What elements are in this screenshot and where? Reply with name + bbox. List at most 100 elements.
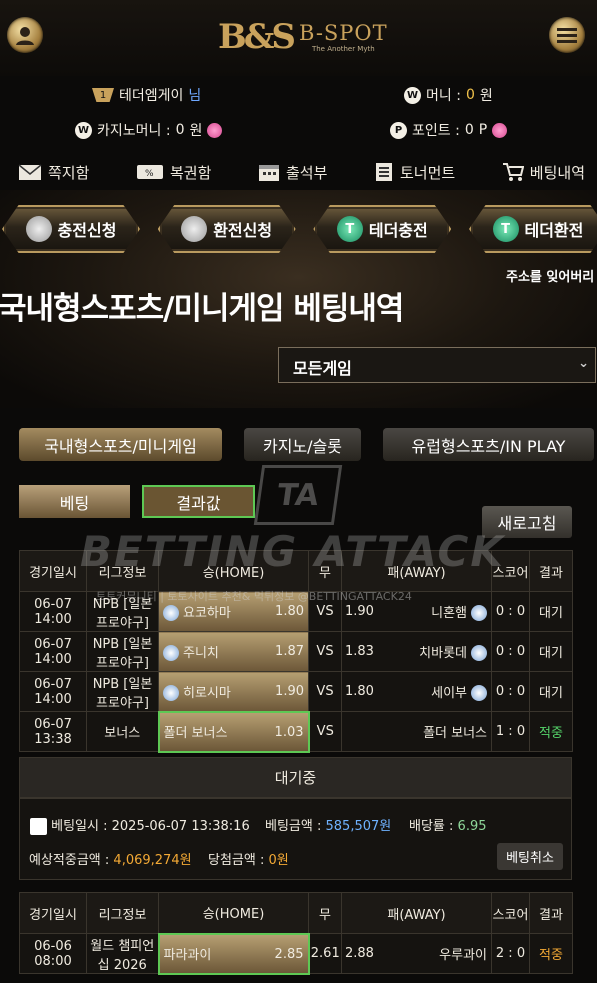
bet-amount-line: 베팅금액 : 585,507원 (265, 819, 392, 834)
team-logo-icon (163, 685, 179, 701)
casino-coin-icon: W (75, 121, 92, 139)
match-datetime: 06-06 08:00 (19, 933, 87, 974)
logo-tagline: The Another Myth (311, 45, 375, 53)
category-tabs: 국내형스포츠/미니게임 카지노/슬롯 유럽형스포츠/IN PLAY (19, 428, 594, 461)
calendar-icon (259, 165, 279, 181)
menu-tournament[interactable]: 토너먼트 (374, 162, 455, 183)
select-value: 모든게임 (293, 359, 352, 378)
page-title: 국내형스포츠/미니게임 베팅내역 (0, 291, 404, 327)
bet-cancel-button[interactable]: 베팅취소 (497, 843, 563, 870)
chevron-down-icon: ⌄ (578, 356, 589, 371)
table-row: 06-06 08:00 월드 챔피언십 2026 파라과이 2.85 2.61 2.… (19, 932, 573, 975)
away-team-cell[interactable]: 1.83 치바롯데 (341, 631, 492, 672)
menu-label: 출석부 (286, 163, 328, 182)
user-icon (16, 27, 34, 45)
tether-deposit-button[interactable]: T 테더충전 (313, 205, 452, 253)
home-team-cell[interactable]: 히로시마 1.90 (158, 671, 309, 712)
envelope-icon (18, 163, 42, 180)
bet-table-2: 경기일시 리그정보 승(HOME) 무 패(AWAY) 스코어 결과 06-06… (19, 892, 573, 975)
tether-withdraw-button[interactable]: T 테더환전 (468, 205, 597, 253)
menu-label: 쪽지함 (48, 163, 90, 182)
odds-line: 배당률 : 6.95 (409, 819, 487, 834)
watermark-subtext: 토토커뮤니티 | 토토사이트 추천& 먹튀정보 @BETTINGATTACK24 (96, 590, 412, 603)
bet-select-checkbox[interactable] (30, 818, 47, 835)
team-logo-icon (163, 645, 179, 662)
menu-lottery[interactable]: % 복권함 (136, 162, 211, 183)
home-team-cell[interactable]: 파라과이 2.85 (157, 932, 310, 975)
wallet-icon (25, 216, 52, 242)
deposit-request-button[interactable]: 충전신청 (2, 205, 140, 253)
notice-marquee: 주소를 잊어버리 (506, 270, 595, 285)
casino-label: 카지노머니 : (97, 123, 171, 139)
league-info: 보너스 (86, 711, 159, 752)
withdraw-request-button[interactable]: 환전신청 (157, 205, 296, 253)
score: 2 : 0 (491, 933, 530, 974)
win-amount-line: 당첨금액 : 0원 (208, 853, 289, 868)
menu-bet-history[interactable]: 베팅내역 (502, 162, 585, 183)
match-datetime: 06-07 14:00 (19, 591, 87, 632)
hamburger-menu-button[interactable] (549, 17, 585, 53)
bet-detail-panel: 베팅일시 : 2025-06-07 13:38:16 베팅금액 : 585,50… (19, 798, 572, 880)
watermark-text: BETTING ATTACK (80, 527, 505, 576)
result: 대기 (529, 591, 573, 632)
point-label: 포인트 : (412, 123, 460, 139)
menu-label: 토너먼트 (400, 163, 456, 182)
col-date: 경기일시 (19, 892, 87, 934)
col-result: 결과 (529, 892, 573, 934)
menu-label: 복권함 (170, 163, 212, 182)
site-logo[interactable]: B&S B-SPOT The Another Myth (218, 16, 388, 58)
result: 적중 (529, 711, 573, 752)
quick-menu: 쪽지함 % 복권함 출석부 토너먼트 베팅내역 (0, 154, 597, 190)
result: 적중 (529, 933, 573, 974)
table-row: 06-07 14:00 NPB [일본 프로야구] 히로시마 1.90 VS 1.8… (19, 671, 573, 712)
col-result: 결과 (529, 550, 573, 592)
casino-value: 0 (175, 122, 185, 138)
bet-time-line: 베팅일시 : 2025-06-07 13:38:16 (30, 815, 250, 835)
col-league: 리그정보 (86, 892, 159, 934)
away-team-cell[interactable]: 1.80 세이부 (341, 671, 492, 712)
money-line: W 머니 : 0 원 (404, 85, 493, 105)
point-convert-icon[interactable] (492, 122, 508, 138)
league-info: 월드 챔피언십 2026 (86, 933, 159, 974)
tab-domestic-sports[interactable]: 국내형스포츠/미니게임 (19, 428, 222, 461)
logo-name: B-SPOT (299, 21, 388, 45)
team-logo-icon (471, 645, 487, 662)
menu-icon (557, 28, 577, 43)
subtab-result[interactable]: 결과값 (142, 485, 255, 518)
ticket-icon: % (137, 165, 163, 179)
away-team-cell[interactable]: 폴더 보너스 (341, 711, 492, 752)
menu-messages[interactable]: 쪽지함 (18, 162, 89, 183)
draw-cell: 2.61 (308, 933, 342, 974)
col-home: 승(HOME) (158, 892, 309, 934)
result: 대기 (529, 671, 573, 712)
home-team-cell[interactable]: 폴더 보너스 1.03 (157, 710, 310, 753)
draw-cell: VS (308, 711, 342, 752)
user-name-line: 1 테더엠게이 님 (92, 85, 201, 105)
game-filter-select[interactable]: 모든게임 ⌄ (278, 347, 596, 383)
action-buttons: 충전신청 환전신청 T 테더충전 T 테더환전 (0, 205, 597, 253)
league-info: NPB [일본 프로야구] (86, 631, 159, 672)
username: 테더엠게이 (119, 88, 184, 104)
button-label: 테더충전 (368, 221, 428, 240)
casino-money-line: W 카지노머니 : 0 원 (75, 120, 223, 140)
match-datetime: 06-07 14:00 (19, 631, 87, 672)
tether-icon: T (492, 216, 519, 242)
point-coin-icon: P (390, 121, 407, 139)
col-away: 패(AWAY) (341, 892, 492, 934)
col-date: 경기일시 (19, 550, 87, 592)
button-label: 환전신청 (213, 221, 273, 240)
team-logo-icon (471, 685, 487, 702)
home-team-cell[interactable]: 주니치 1.87 (158, 631, 309, 672)
league-info: NPB [일본 프로야구] (86, 671, 159, 712)
subtab-bet[interactable]: 베팅 (19, 485, 130, 518)
away-team-cell[interactable]: 2.88 우루과이 (341, 933, 492, 974)
table-row: 06-07 13:38 보너스 폴더 보너스 1.03 VS 폴더 보너스 1 : … (19, 710, 573, 753)
menu-attendance[interactable]: 출석부 (258, 162, 327, 183)
casino-convert-icon[interactable] (207, 122, 223, 138)
cart-icon (502, 163, 524, 181)
profile-button[interactable] (7, 17, 43, 53)
tab-casino-slot[interactable]: 카지노/슬롯 (244, 428, 361, 461)
point-line: P 포인트 : 0 P (390, 120, 508, 140)
point-value: 0 (464, 122, 474, 138)
tab-european-sports[interactable]: 유럽형스포츠/IN PLAY (383, 428, 594, 461)
